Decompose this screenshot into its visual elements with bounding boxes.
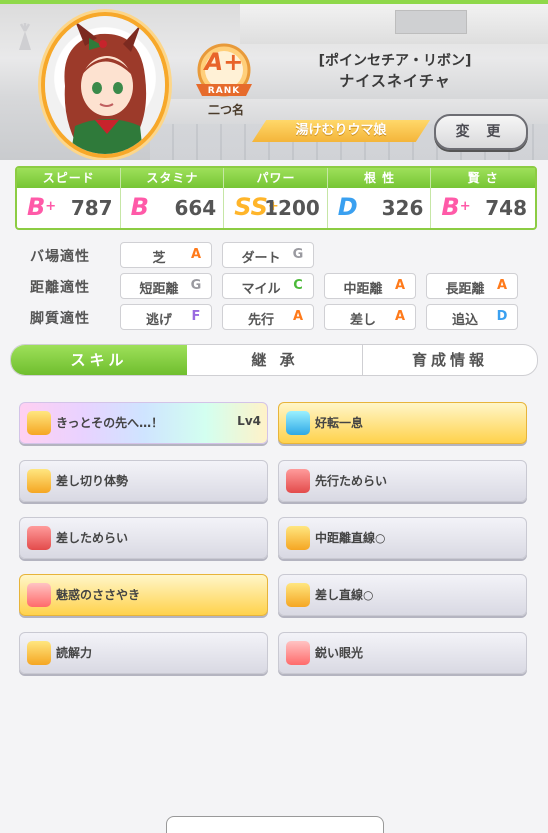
skill-name: 好転一息 bbox=[315, 416, 364, 430]
rank-name: 二つ名 bbox=[207, 103, 244, 117]
stat-guts: 根 性 D 326 bbox=[327, 168, 432, 228]
aptitude-distance-row: 距離適性 短距離 G マイル C 中距離 A 長距離 A bbox=[0, 273, 548, 299]
skill-item[interactable]: 先行ためらい bbox=[278, 460, 527, 502]
skill-item[interactable]: 魅惑のささやき bbox=[19, 574, 268, 616]
aptitude-runner: 逃げ F bbox=[120, 304, 212, 330]
tab-training-info[interactable]: 育成情報 bbox=[363, 345, 537, 375]
skill-name: 中距離直線○ bbox=[315, 531, 386, 545]
aptitude-grade: A bbox=[394, 278, 406, 293]
stat-power-label: パワー bbox=[224, 168, 328, 188]
skill-item[interactable]: 差し切り体勢 bbox=[19, 460, 268, 502]
character-detail-screen: A+ RANK 二つ名 [ポインセチア・リボン] ナイスネイチャ 湯けむりウマ娘… bbox=[0, 0, 548, 833]
skill-speed-icon bbox=[27, 469, 51, 493]
skill-name: 先行ためらい bbox=[315, 474, 388, 488]
aptitude-long: 長距離 A bbox=[426, 273, 518, 299]
stat-speed-grade: B+ bbox=[27, 193, 57, 221]
bottom-button[interactable] bbox=[166, 816, 384, 833]
stat-speed-label: スピード bbox=[17, 168, 121, 188]
stat-wisdom: 賢 さ B+ 748 bbox=[431, 168, 535, 228]
aptitude-turf: 芝A bbox=[120, 242, 212, 268]
stat-power-value: 1200 bbox=[264, 196, 320, 220]
aptitude-sprint: 短距離 G bbox=[120, 273, 212, 299]
stat-guts-grade: D bbox=[337, 193, 358, 221]
stats-panel: スピード B+ 787 スタミナ B 664 パワー SS+ 1200 根 性 D 32… bbox=[15, 166, 537, 230]
character-header: A+ RANK 二つ名 [ポインセチア・リボン] ナイスネイチャ 湯けむりウマ娘… bbox=[0, 4, 548, 160]
skill-level: Lv4 bbox=[237, 414, 261, 428]
stat-wisdom-grade: B+ bbox=[441, 193, 471, 221]
character-title: [ポインセチア・リボン] bbox=[318, 53, 472, 69]
aptitude-grade: D bbox=[496, 309, 508, 324]
stat-power: パワー SS+ 1200 bbox=[224, 168, 328, 228]
skill-name: 鋭い眼光 bbox=[315, 646, 364, 660]
tab-skills[interactable]: スキル bbox=[11, 345, 187, 375]
skill-name: 差し切り体勢 bbox=[56, 474, 129, 488]
aptitude-grade: A bbox=[292, 309, 304, 324]
aptitude-grade: G bbox=[292, 247, 304, 262]
skill-name: きっとその先へ…！ bbox=[56, 416, 164, 430]
alias-ribbon[interactable]: 湯けむりウマ娘 bbox=[252, 120, 430, 142]
tab-bar: スキル 継 承 育成情報 bbox=[10, 344, 538, 376]
tab-inheritance[interactable]: 継 承 bbox=[188, 345, 362, 375]
aptitude-distance-label: 距離適性 bbox=[30, 280, 90, 296]
background-ceiling bbox=[240, 4, 548, 44]
skill-item[interactable]: 読解力 bbox=[19, 632, 268, 674]
skill-sparkle-icon bbox=[286, 641, 310, 665]
aptitude-grade: F bbox=[191, 309, 201, 324]
stat-stamina-label: スタミナ bbox=[120, 168, 225, 188]
stat-guts-label: 根 性 bbox=[327, 168, 432, 188]
aptitude-style-label: 脚質適性 bbox=[30, 311, 90, 327]
skills-panel: きっとその先へ…！ Lv4 好転一息 差し切り体勢 先行ためらい 差しためらい … bbox=[8, 388, 540, 792]
skill-debuff-icon bbox=[286, 469, 310, 493]
skill-name: 差しためらい bbox=[56, 531, 129, 545]
aptitude-track-row: バ場適性 芝A ダート G bbox=[0, 242, 548, 268]
stat-guts-value: 326 bbox=[381, 196, 424, 220]
stat-stamina-value: 664 bbox=[174, 196, 217, 220]
character-portrait[interactable] bbox=[45, 16, 165, 154]
aptitude-grade: A bbox=[496, 278, 508, 293]
aptitude-track-label: バ場適性 bbox=[30, 249, 90, 265]
skill-item[interactable]: 差しためらい bbox=[19, 517, 268, 559]
skill-item[interactable]: 鋭い眼光 bbox=[278, 632, 527, 674]
stat-speed-value: 787 bbox=[70, 196, 113, 220]
portrait-illustration bbox=[64, 21, 147, 154]
stat-stamina: スタミナ B 664 bbox=[120, 168, 225, 228]
skill-speed-icon bbox=[286, 583, 310, 607]
rank-caption: RANK bbox=[207, 86, 241, 96]
background-vent bbox=[395, 10, 467, 34]
aptitude-grade: A bbox=[190, 247, 202, 262]
skill-speed-icon bbox=[27, 641, 51, 665]
skill-debuff-icon bbox=[27, 526, 51, 550]
aptitude-grade: G bbox=[190, 278, 202, 293]
stat-wisdom-value: 748 bbox=[485, 196, 527, 220]
skill-item[interactable]: 差し直線○ bbox=[278, 574, 527, 616]
skill-name: 魅惑のささやき bbox=[56, 588, 141, 602]
skill-speed-icon bbox=[286, 526, 310, 550]
stat-wisdom-label: 賢 さ bbox=[431, 168, 535, 188]
aptitude-dirt: ダート G bbox=[222, 242, 314, 268]
aptitude-mile: マイル C bbox=[222, 273, 314, 299]
aptitude-grade: A bbox=[394, 309, 406, 324]
aptitude-style-row: 脚質適性 逃げ F 先行 A 差し A 追込 D bbox=[0, 304, 548, 330]
aptitude-medium: 中距離 A bbox=[324, 273, 416, 299]
skill-recovery-icon bbox=[286, 411, 310, 435]
aptitude-leader: 先行 A bbox=[222, 304, 314, 330]
aptitude-chaser: 追込 D bbox=[426, 304, 518, 330]
stat-speed: スピード B+ 787 bbox=[17, 168, 121, 228]
character-name: ナイスネイチャ bbox=[339, 72, 451, 90]
carrot-icon bbox=[19, 23, 31, 50]
aptitude-grade: C bbox=[293, 278, 303, 293]
aptitude-betweener: 差し A bbox=[324, 304, 416, 330]
skill-item[interactable]: きっとその先へ…！ Lv4 bbox=[19, 402, 268, 444]
skill-speed-icon bbox=[27, 411, 51, 435]
change-button[interactable]: 変 更 bbox=[434, 114, 528, 150]
stat-stamina-grade: B bbox=[130, 193, 149, 221]
skill-sparkle-icon bbox=[27, 583, 51, 607]
rank-grade: A+ bbox=[204, 48, 244, 76]
skill-name: 差し直線○ bbox=[315, 588, 374, 602]
skill-item[interactable]: 好転一息 bbox=[278, 402, 527, 444]
skill-item[interactable]: 中距離直線○ bbox=[278, 517, 527, 559]
skill-name: 読解力 bbox=[56, 646, 93, 660]
